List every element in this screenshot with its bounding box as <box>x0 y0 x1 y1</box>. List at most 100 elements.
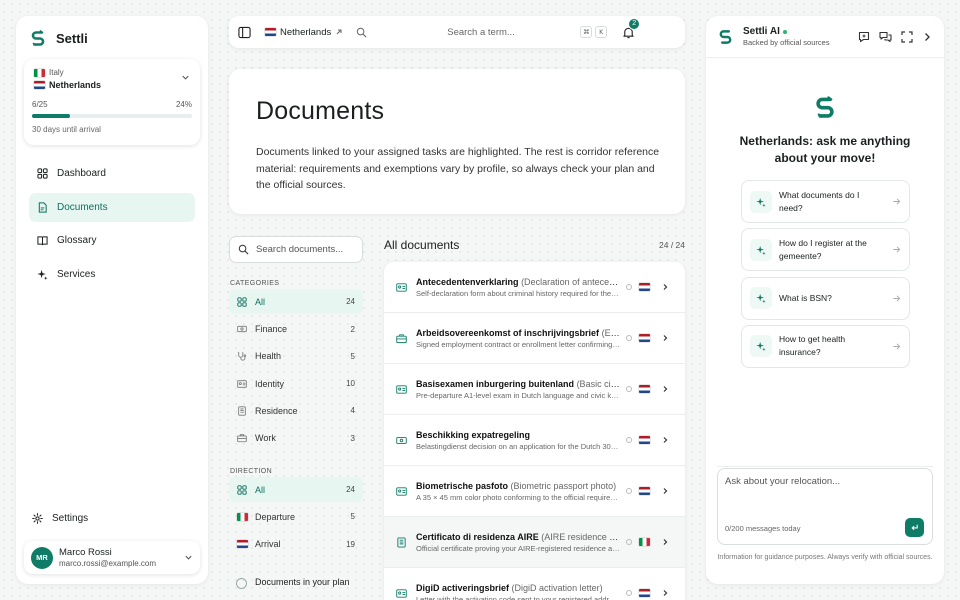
document-search-input[interactable]: Search documents... <box>229 236 363 263</box>
search-shortcut: ⌘ K <box>580 26 608 38</box>
id-card-icon <box>396 282 410 293</box>
arrow-right-icon <box>892 245 901 254</box>
nav-label: Documents <box>57 201 108 213</box>
sparkle-icon <box>750 190 772 213</box>
settings-label: Settings <box>52 513 89 524</box>
sidebar-toggle-icon[interactable] <box>238 26 251 39</box>
ai-name-label: Settli AI <box>743 26 780 37</box>
settings-link[interactable]: Settings <box>32 513 88 524</box>
grid-icon <box>37 168 48 179</box>
document-name: Certificato di residenza AIRE <box>416 531 539 542</box>
ai-welcome-prompt: Netherlands: ask me anything about your … <box>739 134 911 165</box>
suggestion-button[interactable]: How do I register at the gemeente? <box>741 228 910 272</box>
plan-filter-label: Documents in your plan <box>255 576 350 587</box>
banknote-icon <box>237 324 249 334</box>
document-row[interactable]: Arbeidsovereenkomst of inschrijvingsbrie… <box>384 313 685 364</box>
document-translation: (Basic civic integration exam abroad) <box>576 378 620 389</box>
status-circle-icon <box>626 539 632 545</box>
category-work[interactable]: Work 3 <box>229 426 363 451</box>
brand[interactable]: Settli <box>30 30 88 46</box>
notifications-button[interactable]: 2 <box>622 17 641 39</box>
document-list: Antecedentenverklaring (Declaration of a… <box>384 262 685 600</box>
progress-bar-fill <box>32 114 71 118</box>
building-icon <box>396 536 410 548</box>
category-finance[interactable]: Finance 2 <box>229 317 363 342</box>
document-translation: (Declaration of antecedents) <box>521 276 620 287</box>
direction-label: All <box>255 484 266 495</box>
document-name: DigiD activeringsbrief <box>416 582 510 593</box>
direction-departure[interactable]: Departure 5 <box>229 504 363 529</box>
category-identity[interactable]: Identity 10 <box>229 371 363 396</box>
stethoscope-icon <box>237 351 249 361</box>
nav-label: Dashboard <box>57 168 106 179</box>
chat-history-icon[interactable] <box>879 31 892 43</box>
category-count: 5 <box>350 351 355 361</box>
chevron-right-icon[interactable] <box>661 538 669 546</box>
nav-item-dashboard[interactable]: Dashboard <box>29 159 195 188</box>
nav-item-documents[interactable]: Documents <box>29 192 195 222</box>
document-row[interactable]: Biometrische pasfoto (Biometric passport… <box>384 466 685 517</box>
country-switcher[interactable]: Netherlands <box>265 27 343 38</box>
direction-all[interactable]: All 24 <box>229 477 363 503</box>
suggestion-button[interactable]: What is BSN? <box>741 276 910 320</box>
document-row[interactable]: Antecedentenverklaring (Declaration of a… <box>384 262 685 313</box>
chevron-right-icon[interactable] <box>661 589 669 597</box>
sparkle-icon <box>750 238 772 261</box>
chevron-down-icon[interactable] <box>181 73 190 82</box>
id-card-icon <box>396 486 410 497</box>
document-description: Self-declaration form about criminal his… <box>416 288 620 298</box>
user-menu[interactable]: MR Marco Rossi marco.rossi@example.com <box>24 541 200 574</box>
plan-filter-toggle[interactable]: Documents in your plan <box>229 577 363 589</box>
plan-filter-checkbox[interactable] <box>236 577 247 589</box>
suggestion-list: What documents do I need? How do I regis… <box>741 180 910 373</box>
send-button[interactable] <box>905 518 924 537</box>
building-icon <box>237 406 249 416</box>
new-chat-icon[interactable] <box>858 31 870 43</box>
suggestion-label: How to get health insurance? <box>779 334 846 358</box>
document-row[interactable]: DigiD activeringsbrief (DigiD activation… <box>384 568 685 600</box>
category-health[interactable]: Health 5 <box>229 344 363 369</box>
category-residence[interactable]: Residence 4 <box>229 398 363 423</box>
document-row[interactable]: Basisexamen inburgering buitenland (Basi… <box>384 364 685 415</box>
chat-input[interactable]: Ask about your relocation... 0/200 messa… <box>717 468 933 545</box>
chevron-right-icon[interactable] <box>661 487 669 495</box>
documents-count: 24 / 24 <box>659 240 685 250</box>
suggestion-button[interactable]: How to get health insurance? <box>741 324 910 368</box>
document-description: A 35 × 45 mm color photo conforming to t… <box>416 492 620 502</box>
chevron-right-icon[interactable] <box>922 32 932 42</box>
filters-panel: Search documents... CATEGORIES All 24 Fi… <box>229 236 363 589</box>
sidebar: Settli Italy Netherlands 6/25 24% 30 day… <box>16 16 208 584</box>
notification-badge: 2 <box>628 17 641 30</box>
document-row[interactable]: Beschikking expatregeling Belastingdiens… <box>384 415 685 466</box>
suggestion-button[interactable]: What documents do I need? <box>741 180 910 223</box>
direction-arrival[interactable]: Arrival 19 <box>229 532 363 557</box>
category-label: All <box>255 296 266 307</box>
global-search-input[interactable]: Search a term... <box>447 27 577 38</box>
ai-subtitle: Backed by official sources <box>743 38 830 47</box>
document-title: Antecedentenverklaring (Declaration of a… <box>416 277 620 287</box>
chevron-right-icon[interactable] <box>661 283 669 291</box>
document-row[interactable]: Certificato di residenza AIRE (AIRE resi… <box>384 517 685 568</box>
expand-icon[interactable] <box>901 30 913 43</box>
main-nav: Dashboard Documents Glossary Services <box>29 159 195 293</box>
nav-item-glossary[interactable]: Glossary <box>29 226 195 255</box>
page-description: Documents linked to your assigned tasks … <box>256 146 660 191</box>
nav-item-services[interactable]: Services <box>29 260 195 289</box>
chevron-right-icon[interactable] <box>661 436 669 444</box>
direction-count: 19 <box>346 539 355 549</box>
status-circle-icon <box>626 488 632 494</box>
user-email: marco.rossi@example.com <box>59 559 157 568</box>
document-name: Basisexamen inburgering buitenland <box>416 378 575 389</box>
corridor-selector[interactable]: Italy Netherlands 6/25 24% 30 days until… <box>24 59 200 145</box>
category-all[interactable]: All 24 <box>229 289 363 315</box>
nav-label: Services <box>57 268 96 280</box>
country-label: Netherlands <box>280 26 332 38</box>
corridor-progress: 6/25 24% <box>32 100 192 109</box>
category-label: Residence <box>255 405 298 416</box>
chevron-right-icon[interactable] <box>661 334 669 342</box>
settli-logo-icon <box>814 96 836 118</box>
grid-icon <box>237 484 249 495</box>
corridor-from-label: Italy <box>49 68 64 77</box>
ai-header: Settli AI Backed by official sources <box>706 16 944 58</box>
chevron-right-icon[interactable] <box>661 385 669 393</box>
